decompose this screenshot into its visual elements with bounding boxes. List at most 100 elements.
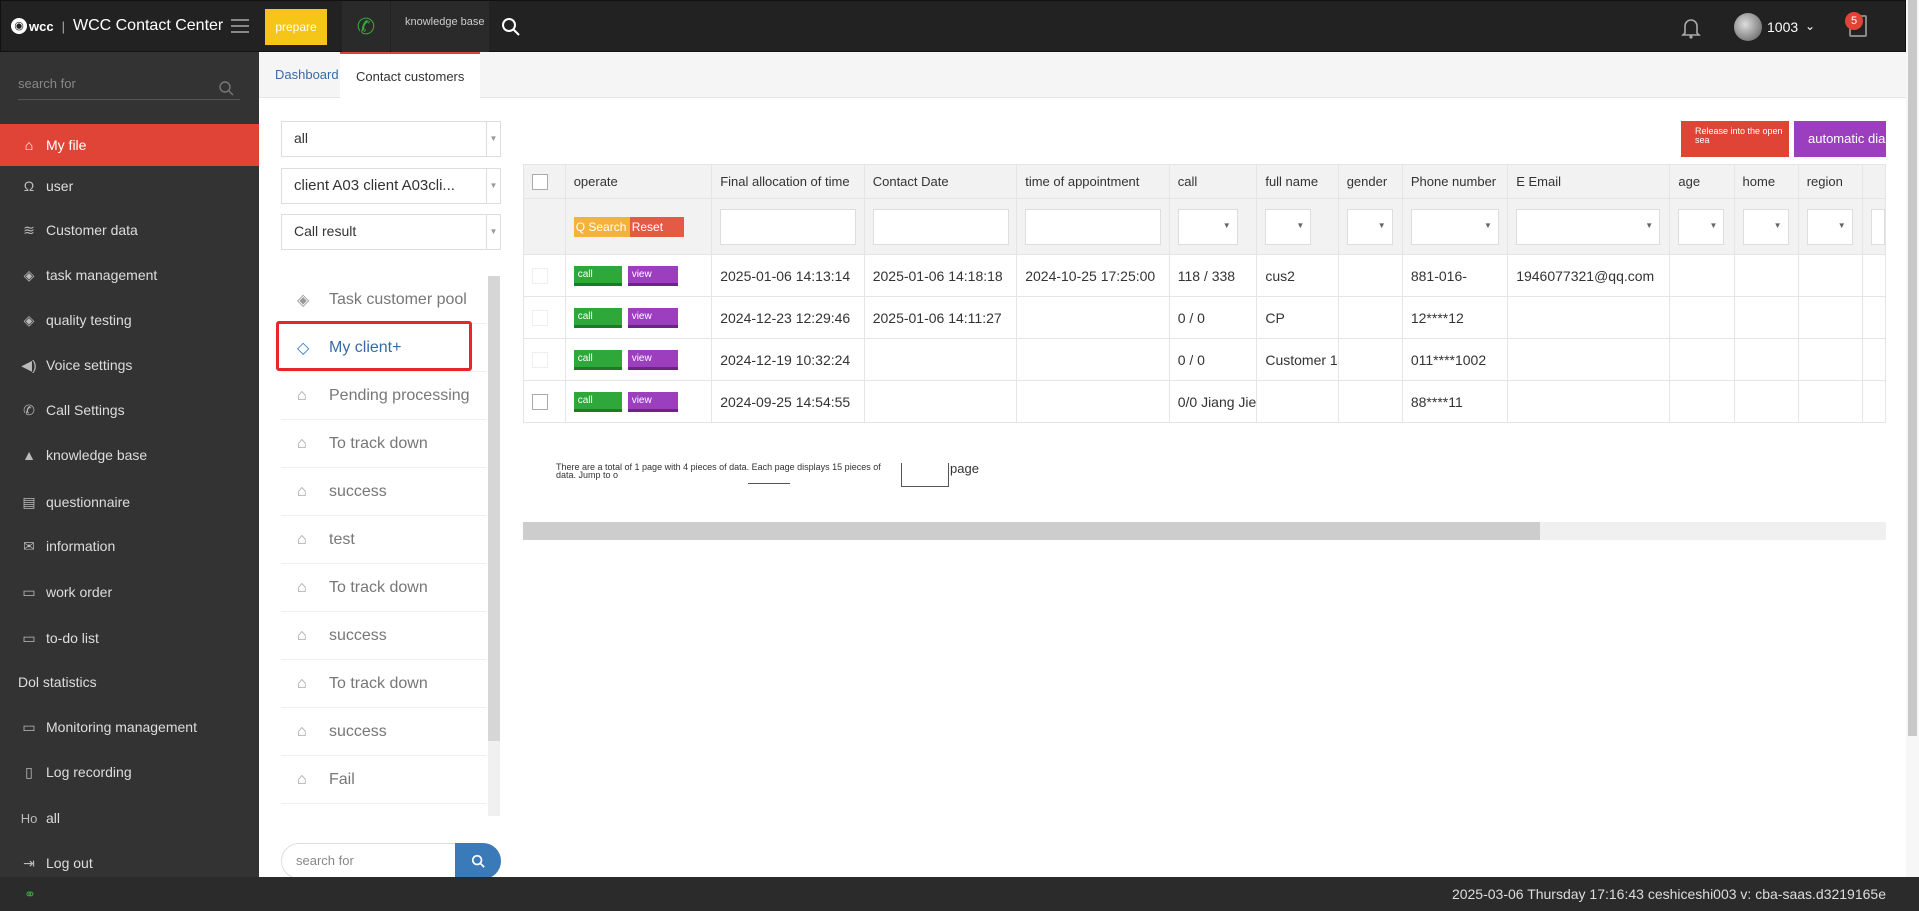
menu-toggle-icon[interactable] [231, 19, 249, 33]
name-filter-select[interactable] [1265, 208, 1312, 245]
call-button[interactable]: call [573, 349, 622, 370]
sidebar-item-quality-testing[interactable]: ◈ quality testing [0, 299, 259, 341]
column-header[interactable]: region [1797, 164, 1863, 199]
client-select[interactable]: client A03 client A03cli... ▼ [281, 168, 501, 204]
table-row[interactable]: call view 2024-12-19 10:32:24 0 / 0 Custo… [523, 338, 1887, 381]
list-item-success[interactable]: ⌂ success [281, 708, 486, 756]
sidebar-item-label: Call Settings [46, 402, 125, 418]
sidebar-item-todo-list[interactable]: ▭ to-do list [0, 617, 259, 659]
sidebar-item-call-settings[interactable]: ✆ Call Settings [0, 389, 259, 431]
page-size-input[interactable] [901, 463, 949, 487]
table-search-button[interactable]: Q Search [573, 216, 630, 237]
scope-select[interactable]: all ▼ [281, 121, 501, 157]
view-button[interactable]: view [627, 391, 678, 412]
list-item-to-track-down[interactable]: ⌂ To track down [281, 564, 486, 612]
avatar[interactable] [1734, 13, 1762, 41]
call-button[interactable]: call [573, 307, 622, 328]
column-header[interactable]: Contact Date [863, 164, 1018, 199]
chevron-down-icon[interactable]: ⌄ [1805, 19, 1815, 33]
sidebar-item-all[interactable]: Ho all [0, 797, 259, 839]
region-filter-select[interactable] [1806, 208, 1853, 245]
sidebar-item-customer-data[interactable]: ≋ Customer data [0, 209, 259, 251]
age-filter-select[interactable] [1678, 208, 1725, 245]
search-icon[interactable] [499, 15, 523, 39]
home-filter-select[interactable] [1742, 208, 1789, 245]
row-checkbox[interactable] [532, 268, 548, 285]
column-header[interactable]: full name [1256, 164, 1339, 199]
call-button[interactable]: call [573, 265, 622, 286]
sidebar-search-input[interactable]: search for [18, 70, 240, 100]
row-checkbox[interactable] [532, 394, 548, 411]
view-button[interactable]: view [627, 307, 678, 328]
bell-icon[interactable] [1681, 17, 1701, 39]
knowledge-base-button[interactable]: knowledge base [391, 1, 489, 53]
call-result-select[interactable]: Call result ▼ [281, 214, 501, 250]
phone-filter-select[interactable] [1410, 208, 1499, 245]
table-row[interactable]: call view 2025-01-06 14:13:14 2025-01-06 … [523, 254, 1887, 297]
vertical-scrollbar-thumb[interactable] [1908, 0, 1917, 736]
list-item-test[interactable]: ⌂ test [281, 516, 486, 564]
column-header[interactable]: Final allocation of time [711, 164, 865, 199]
prepare-button[interactable]: prepare [265, 9, 327, 45]
column-header[interactable]: gender [1337, 164, 1403, 199]
page-vertical-scrollbar[interactable] [1906, 0, 1919, 877]
column-header[interactable]: time of appointment [1016, 164, 1170, 199]
cell: 0 / 0 [1168, 338, 1258, 381]
list-item-to-track-down[interactable]: ⌂ To track down [281, 660, 486, 708]
search-icon[interactable] [218, 80, 234, 96]
chevron-down-icon: ▼ [486, 169, 500, 203]
phone-icon[interactable]: ✆ [342, 1, 390, 53]
list-item-pending-processing[interactable]: ⌂ Pending processing [281, 372, 486, 420]
view-button[interactable]: view [627, 265, 678, 286]
contact-date-filter-input[interactable] [872, 208, 1009, 245]
overflow-filter-input[interactable] [1870, 208, 1885, 245]
sidebar-item-voice-settings[interactable]: ◀) Voice settings [0, 344, 259, 386]
appointment-filter-input[interactable] [1025, 208, 1162, 245]
column-header[interactable]: call [1168, 164, 1258, 199]
release-into-open-sea-button[interactable]: Release into the open sea [1681, 121, 1789, 157]
call-filter-select[interactable] [1177, 208, 1238, 245]
sidebar-item-information[interactable]: ✉ information [0, 525, 259, 567]
gender-filter-select[interactable] [1346, 208, 1393, 245]
list-item-label: Task customer pool [329, 290, 467, 308]
sidebar-item-task-management[interactable]: ◈ task management [0, 254, 259, 296]
sidebar-item-work-order[interactable]: ▭ work order [0, 571, 259, 613]
list-scrollbar[interactable] [488, 276, 500, 816]
list-search-button[interactable] [455, 843, 501, 879]
user-id[interactable]: 1003 [1767, 19, 1798, 35]
row-checkbox[interactable] [532, 352, 548, 369]
column-header[interactable]: home [1733, 164, 1799, 199]
sidebar-item-questionnaire[interactable]: ▤ questionnaire [0, 481, 259, 523]
column-header[interactable]: Phone number [1401, 164, 1509, 199]
email-filter-select[interactable] [1516, 208, 1661, 245]
sidebar-item-knowledge-base[interactable]: ▲ knowledge base [0, 434, 259, 476]
tab-contact-customers[interactable]: Contact customers [340, 52, 481, 98]
list-item-fail[interactable]: ⌂ Fail [281, 756, 486, 804]
cell: 2025-01-06 14:13:14 [711, 254, 865, 297]
sidebar-item-my-file[interactable]: ⌂ My file [0, 124, 259, 166]
automatic-dial-button[interactable]: automatic dial [1794, 121, 1886, 157]
final-allocation-filter-input[interactable] [720, 208, 857, 245]
horizontal-scrollbar-thumb[interactable] [523, 522, 1540, 540]
column-header[interactable]: operate [564, 164, 713, 199]
sidebar-item-log-recording[interactable]: ▯ Log recording [0, 751, 259, 793]
table-row[interactable]: call view 2024-09-25 14:54:55 0/0 Jiang J… [523, 380, 1887, 423]
list-item-success[interactable]: ⌂ success [281, 468, 486, 516]
sidebar-item-dol-statistics[interactable]: Dol statistics [0, 661, 259, 703]
column-header[interactable]: age [1669, 164, 1735, 199]
sidebar-item-user[interactable]: Ωuser [0, 165, 259, 207]
list-item-to-track-down[interactable]: ⌂ To track down [281, 420, 486, 468]
jump-to-page-input[interactable] [748, 483, 790, 484]
call-button[interactable]: call [573, 391, 622, 412]
sidebar-item-monitoring-management[interactable]: ▭ Monitoring management [0, 706, 259, 748]
row-checkbox[interactable] [532, 310, 548, 327]
list-scrollbar-thumb[interactable] [488, 276, 500, 741]
select-all-checkbox[interactable] [532, 173, 548, 190]
table-reset-button[interactable]: Reset [629, 216, 684, 237]
list-item-task-customer-pool[interactable]: ◈ Task customer pool [281, 276, 486, 324]
view-button[interactable]: view [627, 349, 678, 370]
list-item-success[interactable]: ⌂ success [281, 612, 486, 660]
column-header[interactable]: E Email [1507, 164, 1671, 199]
table-row[interactable]: call view 2024-12-23 12:29:46 2025-01-06 … [523, 296, 1887, 339]
table-horizontal-scrollbar[interactable] [523, 522, 1886, 540]
